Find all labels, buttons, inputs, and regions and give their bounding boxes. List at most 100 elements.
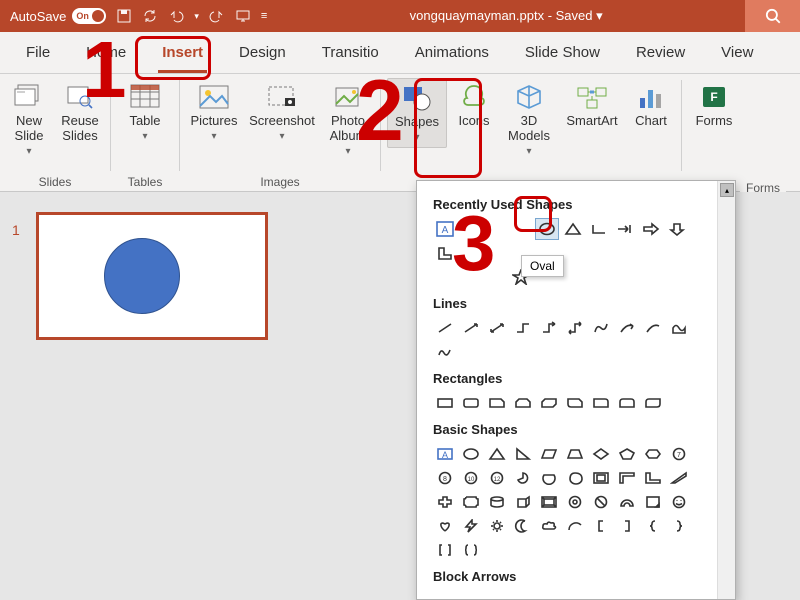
shape-snip-round[interactable] xyxy=(563,392,587,414)
tab-review[interactable]: Review xyxy=(618,34,703,73)
slide-thumbnail[interactable] xyxy=(36,212,268,340)
shape-curve-arrow[interactable] xyxy=(615,317,639,339)
shape-elbow[interactable] xyxy=(587,218,611,240)
shape-cloud[interactable] xyxy=(537,515,561,537)
smartart-button[interactable]: SmartArt xyxy=(561,78,623,133)
toggle-pill[interactable]: On xyxy=(72,8,106,24)
screenshot-button[interactable]: Screenshot ▾ xyxy=(246,78,318,146)
shape-lightning[interactable] xyxy=(459,515,483,537)
sync-icon[interactable] xyxy=(142,8,158,24)
shape-diamond[interactable] xyxy=(589,443,613,465)
shape-block-arc[interactable] xyxy=(615,491,639,513)
shape-tri-iso[interactable] xyxy=(485,443,509,465)
shape-nosymbol[interactable] xyxy=(589,491,613,513)
shape-arrow-right[interactable] xyxy=(613,218,637,240)
shape-trap[interactable] xyxy=(563,443,587,465)
shape-octagon[interactable]: 8 xyxy=(433,467,457,489)
shape-brace-l[interactable] xyxy=(641,515,665,537)
shape-snip2[interactable] xyxy=(511,392,535,414)
pictures-button[interactable]: Pictures ▾ xyxy=(186,78,242,146)
shape-line-arrow[interactable] xyxy=(459,317,483,339)
shape-arc[interactable] xyxy=(563,515,587,537)
shape-pentagon[interactable] xyxy=(615,443,639,465)
shape-diag[interactable] xyxy=(667,467,691,489)
shape-scribble[interactable] xyxy=(433,341,457,363)
shape-brace-r[interactable] xyxy=(667,515,691,537)
shape-round2-diag[interactable] xyxy=(641,392,665,414)
shape-textbox-b[interactable]: A xyxy=(433,443,457,465)
shape-pie[interactable] xyxy=(511,467,535,489)
shape-dodeca[interactable]: 12 xyxy=(485,467,509,489)
shape-round1[interactable] xyxy=(589,392,613,414)
shape-half-frame[interactable] xyxy=(615,467,639,489)
tab-animations[interactable]: Animations xyxy=(397,34,507,73)
shape-roundrect[interactable] xyxy=(459,392,483,414)
shape-rect[interactable] xyxy=(433,392,457,414)
shape-cube[interactable] xyxy=(511,491,535,513)
heading-block: Block Arrows xyxy=(433,569,707,584)
save-icon[interactable] xyxy=(116,8,132,24)
3d-models-button[interactable]: 3D Models ▾ xyxy=(501,78,557,161)
shape-freeform[interactable] xyxy=(667,317,691,339)
undo-dropdown-icon[interactable]: ▾ xyxy=(194,11,199,22)
shape-snip-diag[interactable] xyxy=(537,392,561,414)
scroll-up-icon[interactable]: ▴ xyxy=(720,183,734,197)
shape-line-double[interactable] xyxy=(485,317,509,339)
shape-frame[interactable] xyxy=(589,467,613,489)
chart-button[interactable]: Chart xyxy=(627,78,675,133)
chevron-down-icon: ▾ xyxy=(345,146,350,157)
shape-moon[interactable] xyxy=(511,515,535,537)
chevron-down-icon: ▾ xyxy=(526,146,531,157)
shape-elbow-conn[interactable] xyxy=(511,317,535,339)
shape-block-arrow[interactable] xyxy=(639,218,663,240)
shape-folded[interactable] xyxy=(641,491,665,513)
tab-slideshow[interactable]: Slide Show xyxy=(507,34,618,73)
forms-button[interactable]: F Forms xyxy=(688,78,740,133)
tab-view[interactable]: View xyxy=(703,34,771,73)
shape-plus[interactable] xyxy=(433,491,457,513)
shape-can[interactable] xyxy=(485,491,509,513)
shape-teardrop[interactable] xyxy=(563,467,587,489)
shape-round2-same[interactable] xyxy=(615,392,639,414)
shape-elbow-double[interactable] xyxy=(563,317,587,339)
shape-bracket-r[interactable] xyxy=(615,515,639,537)
chevron-down-icon: ▾ xyxy=(211,131,216,142)
shape-hexagon[interactable] xyxy=(641,443,665,465)
shape-triangle[interactable] xyxy=(561,218,585,240)
shape-oval[interactable] xyxy=(459,443,483,465)
slideshow-icon[interactable] xyxy=(235,8,251,24)
new-slide-button[interactable]: New Slide ▾ xyxy=(6,78,52,161)
shape-snip1[interactable] xyxy=(485,392,509,414)
shape-parallel[interactable] xyxy=(537,443,561,465)
autosave-toggle[interactable]: AutoSave On xyxy=(10,8,106,24)
shape-curve-double[interactable] xyxy=(641,317,665,339)
shape-line[interactable] xyxy=(433,317,457,339)
redo-icon[interactable] xyxy=(209,8,225,24)
shape-bevel[interactable] xyxy=(537,491,561,513)
shape-sun[interactable] xyxy=(485,515,509,537)
icons-button[interactable]: Icons xyxy=(451,78,497,133)
shape-brace-pair[interactable] xyxy=(459,539,483,561)
shape-donut[interactable] xyxy=(563,491,587,513)
undo-icon[interactable] xyxy=(168,8,184,24)
shape-decagon[interactable]: 10 xyxy=(459,467,483,489)
tab-design[interactable]: Design xyxy=(221,34,304,73)
shape-smiley[interactable] xyxy=(667,491,691,513)
shape-tri-right[interactable] xyxy=(511,443,535,465)
shape-bracket-pair[interactable] xyxy=(433,539,457,561)
shape-curve[interactable] xyxy=(589,317,613,339)
shape-plaque[interactable] xyxy=(459,491,483,513)
shape-down-arrow[interactable] xyxy=(665,218,689,240)
cube-icon xyxy=(512,82,546,112)
search-button[interactable] xyxy=(745,0,800,32)
shape-oval-recent[interactable] xyxy=(535,218,559,240)
shape-Lshape[interactable] xyxy=(641,467,665,489)
shape-heart[interactable] xyxy=(433,515,457,537)
shape-elbow-arrow[interactable] xyxy=(537,317,561,339)
tab-insert[interactable]: Insert xyxy=(144,34,221,73)
shape-chord[interactable] xyxy=(537,467,561,489)
tab-file[interactable]: File xyxy=(8,34,68,73)
shape-bracket-l[interactable] xyxy=(589,515,613,537)
scrollbar[interactable]: ▴ xyxy=(717,181,735,599)
shape-heptagon[interactable]: 7 xyxy=(667,443,691,465)
